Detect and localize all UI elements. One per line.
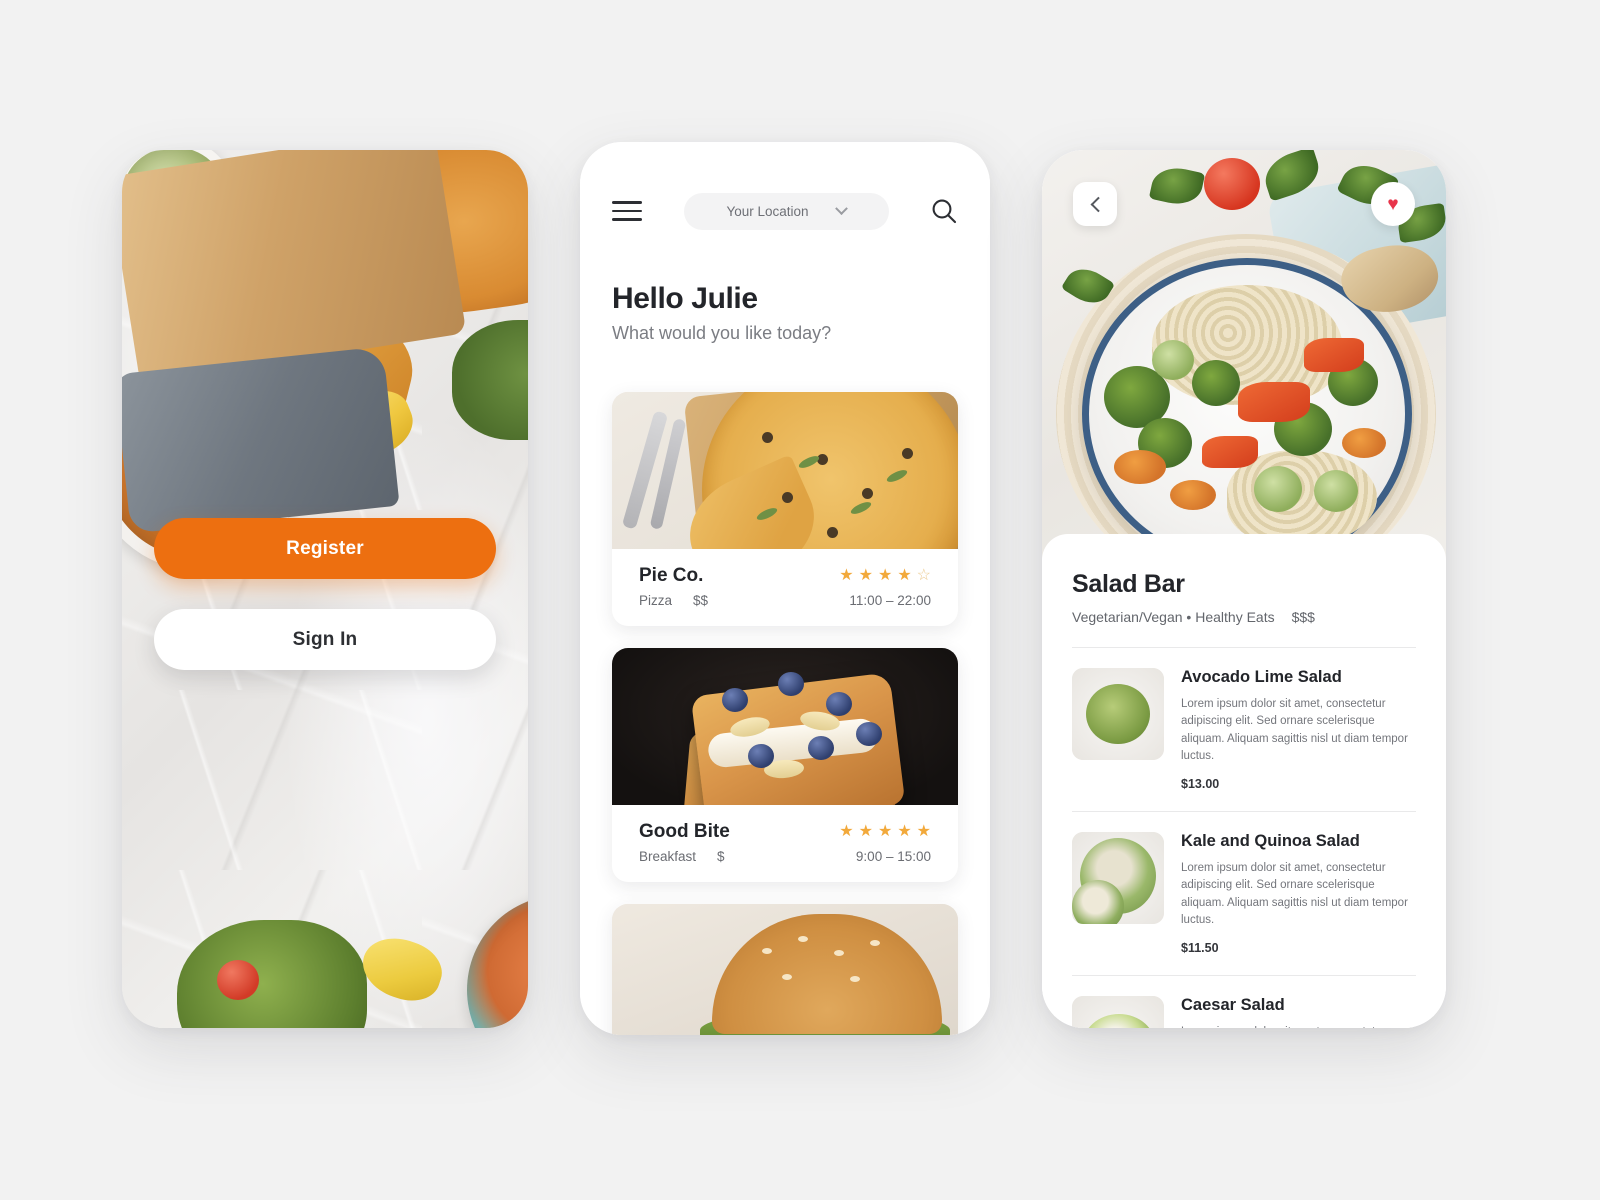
greeting-block: Hello Julie What would you like today? [612,282,831,344]
restaurant-category: Pizza [639,593,673,608]
restaurant-info: Good Bite ★ ★ ★ ★ ★ Breakfast $ 9:00 – 15:00 [612,805,958,882]
menu-item-description: Lorem ipsum dolor sit amet, consectetur … [1181,698,1408,763]
restaurant-card[interactable]: Pie Co. ★ ★ ★ ★ ☆ Pizza $$ 11:00 – 22:00 [612,392,958,626]
phone-listing-screen: Your Location Hello Julie What would you… [580,142,990,1035]
restaurant-name: Pie Co. [639,565,704,586]
menu-item-name: Caesar Salad [1181,995,1285,1014]
rating-stars: ★ ★ ★ ★ ☆ [839,567,931,584]
search-icon[interactable] [930,197,958,225]
listing-header: Your Location [580,184,990,238]
restaurant-card[interactable]: Good Bite ★ ★ ★ ★ ★ Breakfast $ 9:00 – 15:00 [612,648,958,882]
menu-item-price: $13.00 [1181,776,1220,791]
hero-tomato [1204,158,1260,210]
restaurant-category: Breakfast [639,849,697,864]
menu-item[interactable]: Kale and Quinoa Salad Lorem ipsum dolor … [1072,810,1416,975]
menu-item-thumbnail [1072,668,1164,760]
detail-content: ♥ Salad Bar Vegetarian/Vegan • Healthy E… [1042,150,1446,1028]
hamburger-icon[interactable] [612,201,642,221]
restaurant-hours: 9:00 – 15:00 [855,849,931,864]
location-label: Your Location [726,203,809,219]
restaurant-cuisine: Vegetarian/Vegan • Healthy Eats [1072,609,1275,625]
menu-item-thumbnail [1072,831,1164,924]
restaurant-card-list: Pie Co. ★★★★☆ Pizza $$ 11:00 – 22:00 [612,392,958,1035]
back-chevron-icon [1090,196,1106,212]
back-button[interactable] [1073,182,1117,226]
food-tomato-piece [217,960,259,1000]
menu-item-description: Lorem ipsum dolor sit amet, consectetur … [1181,861,1408,927]
phone-onboarding-screen: Register Sign In [122,150,528,1028]
restaurant-subtitle: Vegetarian/Vegan • Healthy Eats $$$ [1072,609,1416,625]
menu-item-thumbnail [1072,995,1164,1028]
restaurant-photo-burger [612,904,958,1035]
restaurant-title: Salad Bar [1072,570,1185,598]
heart-icon: ♥ [1387,193,1399,215]
rating-stars: ★ ★ ★ ★ ★ [839,823,931,840]
menu-item-price: $11.50 [1181,940,1219,955]
mockup-stage: Register Sign In Your Location Hello Jul… [0,0,1600,1200]
listing-content: Your Location Hello Julie What would you… [580,142,990,1035]
location-selector[interactable]: Your Location [683,192,889,230]
menu-item[interactable]: Avocado Lime Salad Lorem ipsum dolor sit… [1072,647,1416,811]
menu-item-name: Avocado Lime Salad [1181,668,1342,686]
detail-sheet: Salad Bar Vegetarian/Vegan • Healthy Eat… [1042,534,1446,1028]
restaurant-price-level: $ [717,849,725,864]
menu-item-description: Lorem ipsum dolor sit amet, consectetur … [1181,1024,1416,1028]
register-button[interactable]: Register [154,518,496,579]
favorite-button[interactable]: ♥ [1371,182,1415,226]
chevron-down-icon [834,201,848,215]
restaurant-photo-pizza [612,392,958,549]
restaurant-card-partial[interactable] [612,904,958,1035]
menu-item-list: Avocado Lime Salad Lorem ipsum dolor sit… [1072,647,1416,1028]
sign-in-button[interactable]: Sign In [154,609,496,670]
restaurant-hours: 11:00 – 22:00 [849,593,931,608]
restaurant-name: Good Bite [639,821,730,842]
menu-item-name: Kale and Quinoa Salad [1181,831,1360,850]
page-subtitle: What would you like today? [612,323,832,343]
restaurant-price-level: $$ [693,593,709,608]
menu-item[interactable]: Caesar Salad Lorem ipsum dolor sit amet,… [1072,974,1416,1028]
restaurant-photo-french-toast [612,648,958,805]
phone-detail-screen: ♥ Salad Bar Vegetarian/Vegan • Healthy E… [1042,150,1446,1028]
restaurant-info: Pie Co. ★ ★ ★ ★ ☆ Pizza $$ 11:00 – 22:00 [612,549,958,626]
food-gray-napkin [122,346,400,534]
onboarding-action-group: Register Sign In [154,518,496,670]
restaurant-price-level: $$$ [1291,609,1315,625]
page-title: Hello Julie [612,282,758,315]
